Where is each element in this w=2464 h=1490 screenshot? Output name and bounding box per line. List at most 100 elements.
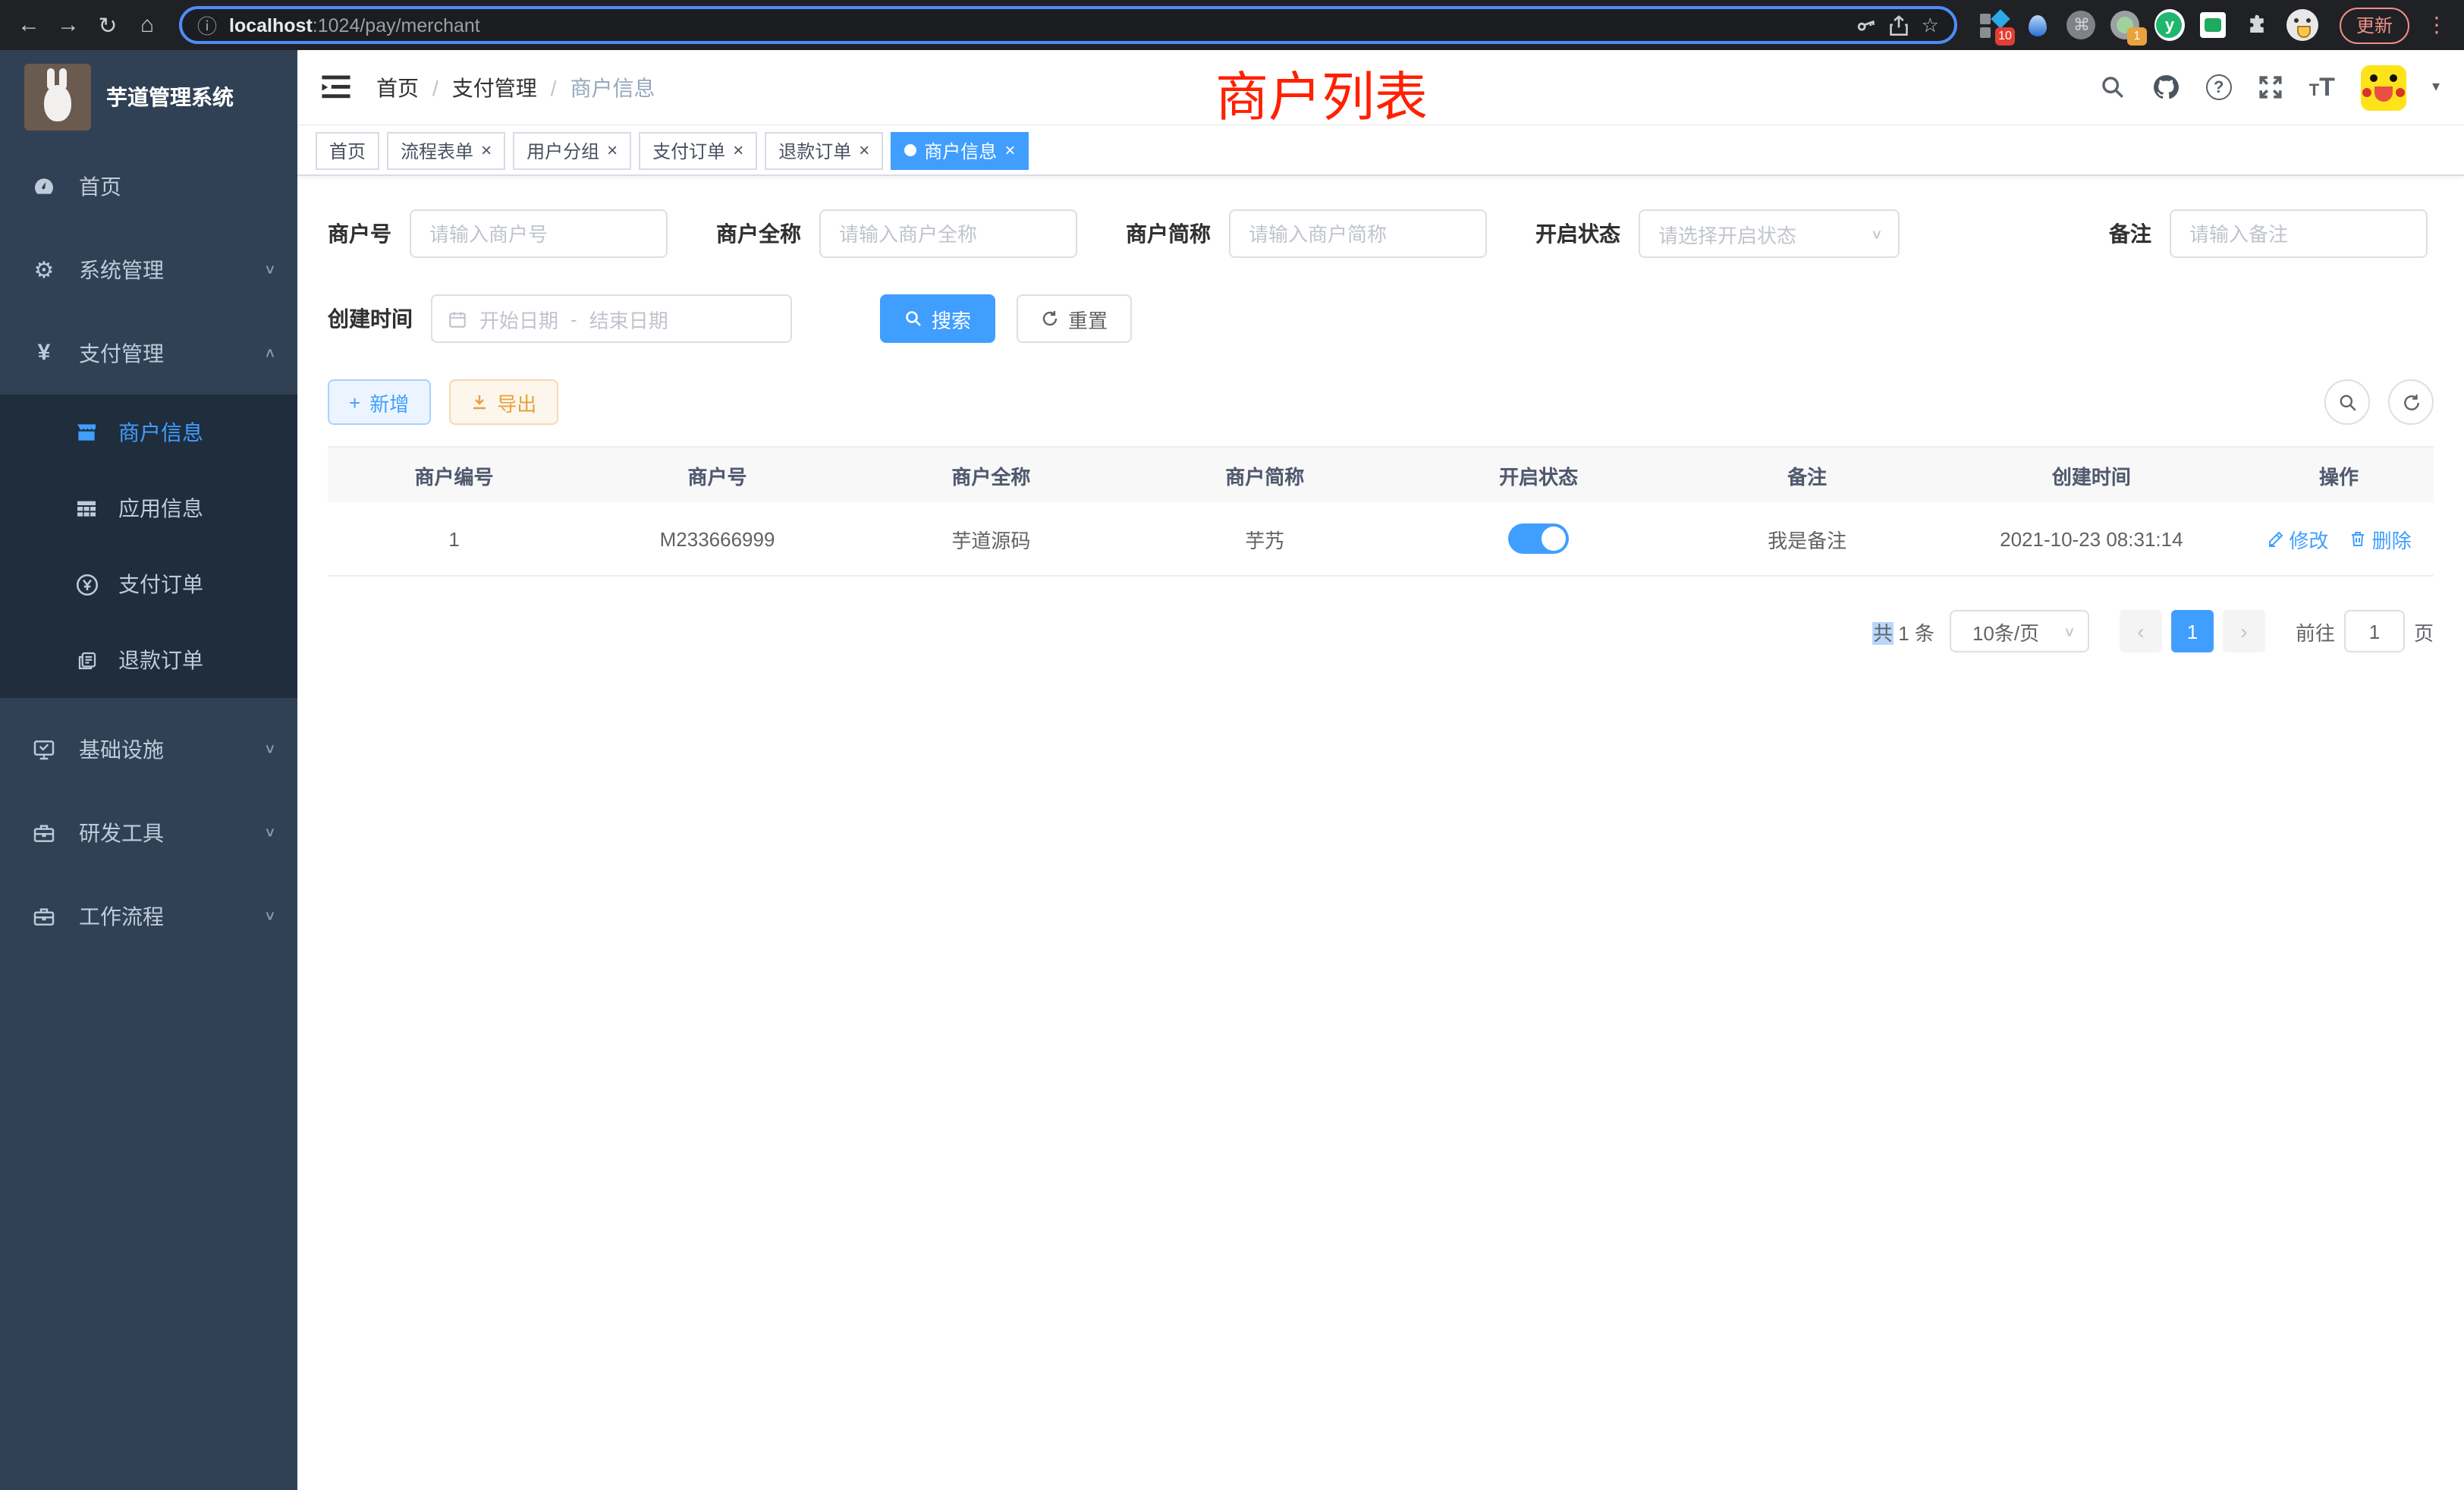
- extension-camera-icon[interactable]: 1: [2110, 10, 2141, 40]
- field-label: 商户全称: [716, 218, 801, 249]
- goto-page: 前往 页: [2296, 610, 2434, 652]
- breadcrumb-payment[interactable]: 支付管理: [452, 72, 537, 102]
- sidebar-item-dev-tools[interactable]: 研发工具 ∨: [0, 791, 297, 874]
- active-dot-icon: [904, 144, 916, 156]
- total-count: 共 1 条: [1873, 617, 1934, 646]
- toolbox-icon: [30, 820, 58, 844]
- tab-refund-order[interactable]: 退款订单 ×: [765, 131, 883, 169]
- share-icon[interactable]: [1890, 14, 1909, 36]
- browser-menu-icon[interactable]: ⋮: [2422, 12, 2452, 38]
- extension-command-icon[interactable]: ⌘: [2066, 10, 2097, 40]
- address-bar[interactable]: ⓘ localhost:1024/pay/merchant ☆: [179, 6, 1957, 44]
- browser-forward-button[interactable]: →: [52, 8, 85, 42]
- page-info-icon[interactable]: ⓘ: [197, 11, 217, 39]
- prev-page-button[interactable]: ‹: [2120, 610, 2162, 652]
- close-icon[interactable]: ×: [733, 141, 743, 159]
- bookmark-star-icon[interactable]: ☆: [1922, 13, 1939, 37]
- browser-update-button[interactable]: 更新: [2340, 7, 2409, 43]
- tab-label: 商户信息: [924, 137, 997, 163]
- sidebar-item-workflow[interactable]: 工作流程 ∨: [0, 874, 297, 957]
- browser-back-button[interactable]: ←: [12, 8, 46, 42]
- sidebar-item-payment[interactable]: ¥ 支付管理 ∧: [0, 311, 297, 395]
- tab-process-form[interactable]: 流程表单 ×: [387, 131, 505, 169]
- close-icon[interactable]: ×: [1004, 141, 1015, 159]
- extension-chat-icon[interactable]: [2198, 10, 2229, 40]
- extensions-puzzle-icon[interactable]: [2242, 10, 2273, 40]
- short-name-input[interactable]: [1229, 209, 1487, 258]
- tab-user-group[interactable]: 用户分组 ×: [513, 131, 631, 169]
- search-icon[interactable]: [2100, 74, 2126, 100]
- tab-pay-order[interactable]: 支付订单 ×: [639, 131, 757, 169]
- url-path: :1024/pay/merchant: [313, 14, 480, 36]
- sidebar-item-label: 退款订单: [118, 645, 203, 675]
- close-icon[interactable]: ×: [481, 141, 492, 159]
- sidebar-item-app-info[interactable]: 应用信息: [0, 470, 297, 546]
- reset-button[interactable]: 重置: [1017, 294, 1132, 343]
- sidebar-item-home[interactable]: 首页: [0, 144, 297, 228]
- refresh-table-button[interactable]: [2388, 379, 2434, 425]
- sidebar-item-refund-order[interactable]: 退款订单: [0, 622, 297, 698]
- remark-input[interactable]: [2170, 209, 2428, 258]
- font-size-icon[interactable]: TT: [2309, 74, 2335, 100]
- screen: ← → ↻ ⌂ ⓘ localhost:1024/pay/merchant ☆ …: [0, 0, 2464, 1490]
- refresh-icon: [2401, 392, 2421, 412]
- button-label: 导出: [497, 388, 536, 417]
- help-icon[interactable]: ?: [2206, 74, 2232, 100]
- goto-page-input[interactable]: [2344, 610, 2405, 652]
- collapse-sidebar-icon[interactable]: [322, 72, 352, 102]
- extension-yudao-icon[interactable]: y: [2154, 10, 2185, 40]
- fullscreen-icon[interactable]: [2258, 74, 2283, 100]
- breadcrumb-home[interactable]: 首页: [376, 72, 419, 102]
- show-search-toggle-button[interactable]: [2324, 379, 2370, 425]
- merchant-no-input[interactable]: [410, 209, 668, 258]
- status-toggle[interactable]: [1508, 523, 1569, 554]
- export-button[interactable]: 导出: [448, 379, 558, 425]
- browser-reload-button[interactable]: ↻: [91, 8, 124, 42]
- extension-balloon-icon[interactable]: [2022, 10, 2053, 40]
- extension-badge: 1: [2127, 27, 2147, 45]
- chevron-down-icon: ∨: [1871, 226, 1883, 242]
- page-1-button[interactable]: 1: [2171, 610, 2214, 652]
- close-icon[interactable]: ×: [859, 141, 869, 159]
- chevron-down-icon: ∨: [2063, 624, 2076, 640]
- select-placeholder: 请选择开启状态: [1658, 219, 1796, 248]
- user-avatar[interactable]: [2361, 64, 2406, 110]
- button-label: 新增: [369, 388, 409, 417]
- field-label: 备注: [2109, 218, 2151, 249]
- browser-profile-avatar[interactable]: [2286, 9, 2318, 41]
- tab-merchant-info[interactable]: 商户信息 ×: [891, 131, 1029, 169]
- extension-ublock-icon[interactable]: 10: [1978, 10, 2009, 40]
- avatar-caret-down-icon[interactable]: ▾: [2432, 79, 2440, 96]
- sidebar-item-label: 支付订单: [118, 569, 203, 599]
- date-range-picker[interactable]: 开始日期 - 结束日期: [431, 294, 792, 343]
- sidebar-item-system[interactable]: ⚙ 系统管理 ∨: [0, 228, 297, 311]
- github-icon[interactable]: [2151, 73, 2180, 102]
- page-size-select[interactable]: 10条/页 ∨: [1950, 610, 2089, 652]
- chevron-down-icon: ∨: [264, 908, 276, 924]
- calendar-icon: [448, 309, 467, 328]
- tab-label: 首页: [329, 137, 366, 163]
- col-header: 商户号: [580, 461, 854, 489]
- sidebar-item-merchant-info[interactable]: 商户信息: [0, 395, 297, 470]
- close-icon[interactable]: ×: [607, 141, 618, 159]
- goto-label: 前往: [2296, 617, 2335, 646]
- password-key-icon[interactable]: [1856, 14, 1878, 36]
- next-page-button[interactable]: ›: [2223, 610, 2265, 652]
- browser-home-button[interactable]: ⌂: [130, 8, 164, 42]
- cell-id: 1: [328, 527, 580, 550]
- cell-status: [1402, 523, 1676, 554]
- button-label: 搜索: [932, 304, 971, 333]
- delete-link[interactable]: 删除: [2349, 524, 2412, 553]
- sidebar-item-infrastructure[interactable]: 基础设施 ∨: [0, 707, 297, 791]
- grid-icon: [73, 496, 100, 520]
- full-name-input[interactable]: [819, 209, 1077, 258]
- tab-home[interactable]: 首页: [316, 131, 379, 169]
- total-suffix: 1 条: [1893, 621, 1934, 644]
- add-button[interactable]: + 新增: [328, 379, 430, 425]
- edit-link[interactable]: 修改: [2266, 524, 2328, 553]
- search-button[interactable]: 搜索: [880, 294, 995, 343]
- sidebar-logo-row[interactable]: 芋道管理系统: [0, 50, 297, 144]
- sidebar-item-pay-order[interactable]: 支付订单: [0, 546, 297, 622]
- plus-icon: +: [349, 391, 360, 413]
- status-select[interactable]: 请选择开启状态 ∨: [1639, 209, 1900, 258]
